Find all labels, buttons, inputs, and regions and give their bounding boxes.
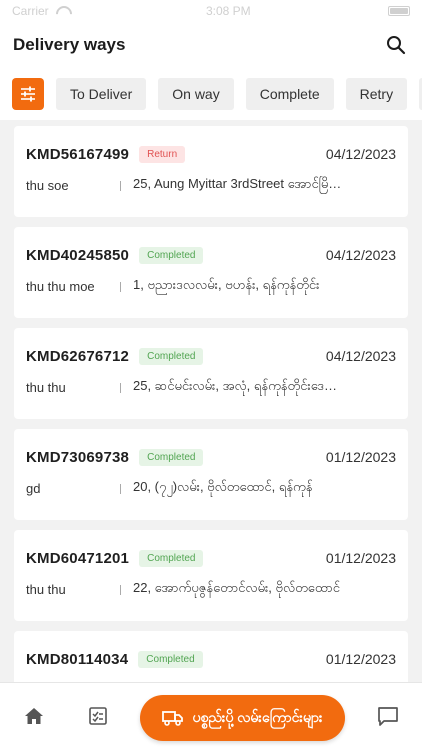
- divider: [120, 382, 121, 393]
- search-button[interactable]: [384, 33, 408, 57]
- nav-chat[interactable]: [377, 705, 399, 727]
- chip-retry[interactable]: Retry: [345, 78, 408, 110]
- receiver-name: thu thu moe: [26, 279, 95, 294]
- status-badge: Return: [139, 145, 186, 163]
- order-id: KMD40245850: [26, 246, 130, 264]
- order-date: 04/12/2023: [325, 146, 396, 162]
- order-date: 04/12/2023: [325, 247, 396, 263]
- order-card[interactable]: KMD60471201 Completed 01/12/2023 thu thu…: [14, 530, 408, 621]
- chat-icon: [378, 707, 398, 726]
- page-title: Delivery ways: [13, 35, 126, 54]
- delivery-routes-button[interactable]: ပစ္စည်းပို့ လမ်းကြောင်းများ: [140, 695, 345, 741]
- order-id: KMD80114034: [26, 650, 129, 668]
- nav-home[interactable]: [23, 705, 45, 727]
- task-list-icon: [89, 707, 107, 725]
- receiver-name: thu soe: [26, 178, 69, 193]
- receiver-address: 1, ဗညားဒလလမ်း, ဗဟန်း, ရန်ကုန်တိုင်း: [133, 277, 320, 292]
- bottom-nav: ပစ္စည်းပို့ လမ်းကြောင်းများ: [0, 682, 422, 750]
- filter-settings-button[interactable]: [12, 78, 44, 110]
- order-date: 01/12/2023: [325, 449, 396, 465]
- order-date: 01/12/2023: [325, 550, 396, 566]
- delivery-truck-icon: [162, 711, 184, 726]
- divider: [120, 483, 121, 494]
- order-id: KMD73069738: [26, 448, 130, 466]
- order-card[interactable]: KMD56167499 Return 04/12/2023 thu soe 25…: [14, 126, 408, 217]
- status-badge: Completed: [139, 347, 204, 365]
- receiver-name: gd: [26, 481, 41, 496]
- divider: [120, 584, 121, 595]
- chip-on-way[interactable]: On way: [158, 78, 234, 110]
- chip-to-deliver[interactable]: To Deliver: [56, 78, 147, 110]
- status-bar: Carrier 3:08 PM: [0, 0, 422, 22]
- order-date: 04/12/2023: [325, 348, 396, 364]
- receiver-name: thu thu: [26, 380, 66, 395]
- status-badge: Completed: [138, 650, 203, 668]
- filter-bar: To Deliver On way Complete Retry: [0, 68, 422, 120]
- carrier-label: Carrier: [12, 4, 49, 18]
- app-header: Delivery ways: [0, 22, 422, 68]
- status-badge: Completed: [139, 246, 204, 264]
- divider: [120, 180, 121, 191]
- home-icon: [25, 708, 43, 724]
- sliders-icon: [21, 86, 35, 102]
- order-card[interactable]: KMD40245850 Completed 04/12/2023 thu thu…: [14, 227, 408, 318]
- battery-icon: [388, 6, 410, 16]
- order-date: 01/12/2023: [325, 651, 396, 667]
- receiver-address: 25, ဆင်မင်းလမ်း, အလုံ, ရန်ကုန်တိုင်းဒေသက…: [133, 378, 355, 393]
- receiver-address: 20, (၇၂)လမ်း, ဗိုလ်တထောင်, ရန်ကုန်: [133, 479, 313, 494]
- order-card[interactable]: KMD80114034 Completed 01/12/2023: [14, 631, 408, 682]
- receiver-address: 25, Aung Myittar 3rdStreet အောင်မြိတ္တာ: [133, 176, 347, 191]
- status-left: Carrier: [12, 4, 69, 18]
- order-id: KMD62676712: [26, 347, 130, 365]
- wifi-icon: [55, 6, 69, 16]
- route-button-label: ပစ္စည်းပို့ လမ်းကြောင်းများ: [192, 708, 323, 725]
- nav-tasks[interactable]: [87, 705, 109, 727]
- search-icon: [387, 36, 406, 55]
- order-list: KMD56167499 Return 04/12/2023 thu soe 25…: [0, 120, 422, 682]
- receiver-address: 22, အောက်ပုဇွန်တောင်လမ်း, ဗိုလ်တထောင်: [133, 580, 340, 595]
- receiver-name: thu thu: [26, 582, 66, 597]
- divider: [120, 281, 121, 292]
- order-card[interactable]: KMD62676712 Completed 04/12/2023 thu thu…: [14, 328, 408, 419]
- order-id: KMD56167499: [26, 145, 130, 163]
- order-card[interactable]: KMD73069738 Completed 01/12/2023 gd 20, …: [14, 429, 408, 520]
- status-badge: Completed: [139, 448, 204, 466]
- order-id: KMD60471201: [26, 549, 130, 567]
- chip-complete[interactable]: Complete: [245, 78, 334, 110]
- status-badge: Completed: [139, 549, 204, 567]
- status-time: 3:08 PM: [205, 4, 251, 18]
